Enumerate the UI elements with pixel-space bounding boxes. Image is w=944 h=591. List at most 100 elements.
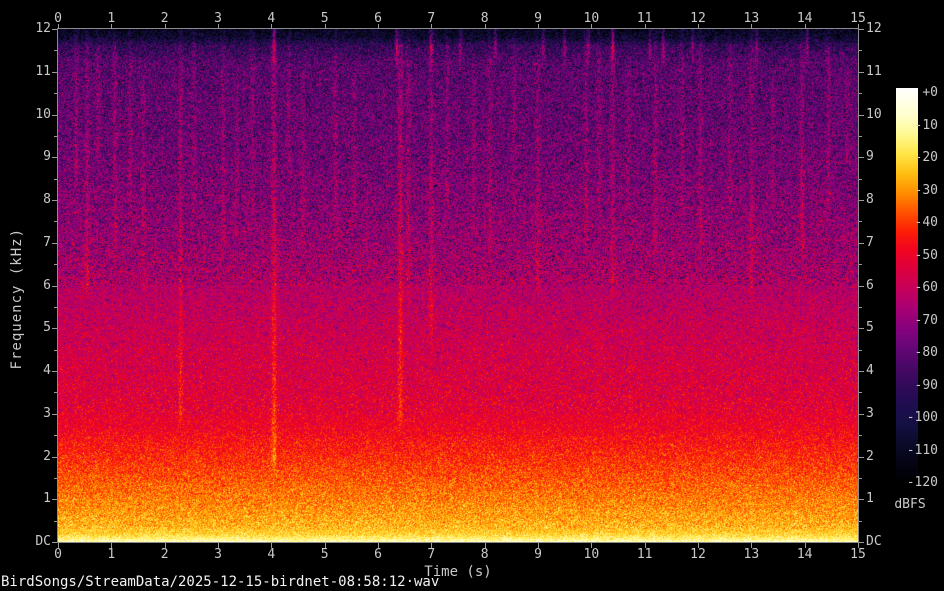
y-minor-tick-mark [54,306,57,308]
y-tick-mark [52,328,57,330]
x-tick-label: 3 [214,11,222,26]
y-tick-mark [859,242,864,244]
y-tick-label: 4 [866,363,874,378]
y-tick-mark [859,499,864,501]
y-tick-mark [859,413,864,415]
y-minor-tick-mark [54,520,57,522]
y-minor-tick-mark [859,392,862,394]
colorbar-tick-label: -70 [914,312,938,328]
y-tick-mark [52,285,57,287]
x-tick-label: 8 [480,547,489,562]
colorbar-tick-label: -10 [914,117,938,133]
x-tick-label: 5 [320,547,329,562]
x-tick-label: 2 [160,547,169,562]
x-tick-label: 6 [374,547,382,562]
x-tick-label: 1 [107,547,116,562]
colorbar-unit-label: dBFS [894,497,926,512]
filename-text: BirdSongs/StreamData/2025-12-15-birdnet-… [1,574,440,590]
y-tick-mark [859,328,864,330]
y-tick-mark [859,157,864,159]
x-tick-label: 2 [160,11,169,26]
y-tick-mark [859,29,864,30]
colorbar-tick-label: -110 [906,442,938,458]
x-tick-label: 13 [743,11,760,26]
x-tick-label: 4 [267,547,276,562]
x-tick-label: 5 [320,11,329,26]
colorbar-tick-label: -90 [914,377,938,393]
x-tick-label: 10 [583,11,600,26]
y-tick-mark [859,371,864,372]
y-tick-label: 6 [43,277,51,293]
y-minor-tick-mark [54,178,57,180]
y-minor-tick-mark [859,221,862,223]
x-tick-label: 12 [690,11,706,26]
x-tick-label: 7 [427,11,436,26]
x-tick-label: 10 [583,547,600,562]
y-tick-mark [52,413,57,415]
x-tick-label: 6 [374,11,382,26]
colorbar-tick-label: -120 [906,475,938,490]
x-tick-label: 12 [690,547,706,562]
colorbar-tick-label: -30 [914,182,938,198]
x-tick-label: 14 [796,547,813,562]
x-tick-label: 0 [54,547,62,562]
y-tick-mark [859,542,864,543]
colorbar-tick-label: -50 [914,247,938,263]
y-minor-tick-mark [859,306,862,308]
y-tick-mark [52,456,57,458]
y-minor-tick-mark [54,221,57,223]
y-minor-tick-mark [859,264,862,266]
x-tick-label: 1 [107,11,116,26]
y-tick-label: 5 [43,320,51,336]
y-tick-label: 11 [866,63,882,79]
y-tick-label: DC [866,534,882,549]
x-tick-label: 7 [427,547,436,562]
y-tick-label: 8 [43,192,51,207]
y-tick-mark [52,499,57,501]
y-tick-label: 12 [866,21,882,36]
y-tick-mark [52,71,57,73]
y-tick-mark [52,157,57,159]
x-tick-label: 3 [214,547,222,562]
y-minor-tick-mark [859,477,862,479]
x-tick-label: 9 [534,547,542,562]
y-minor-tick-mark [859,93,862,95]
y-tick-label: 7 [43,234,51,250]
colorbar-tick-label: -80 [914,345,938,360]
y-minor-tick-mark [54,392,57,394]
y-minor-tick-mark [54,264,57,266]
y-tick-label: 3 [43,405,51,421]
y-tick-label: 11 [35,63,51,79]
y-tick-label: 4 [43,363,51,378]
y-tick-label: 2 [43,448,51,464]
y-tick-mark [52,242,57,244]
x-tick-label: 15 [850,547,866,562]
x-tick-label: 11 [636,547,653,562]
y-tick-mark [859,456,864,458]
colorbar-tick-label: -100 [906,410,938,425]
y-minor-tick-mark [54,135,57,137]
y-minor-tick-mark [859,435,862,437]
y-minor-tick-mark [859,135,862,137]
y-tick-mark [52,29,57,30]
y-minor-tick-mark [54,50,57,52]
spectrogram-plot-frame [57,28,859,543]
y-tick-label: 10 [35,106,51,122]
y-tick-label: DC [35,534,51,549]
y-minor-tick-mark [859,520,862,522]
y-minor-tick-mark [859,349,862,351]
x-tick-label: 4 [267,11,276,26]
y-tick-mark [859,114,864,116]
y-tick-mark [859,200,864,201]
y-tick-mark [52,114,57,116]
y-tick-label: 12 [35,21,51,36]
colorbar-tick-label: -40 [914,215,938,230]
y-tick-label: 9 [43,149,51,165]
spectrogram-canvas[interactable] [58,29,858,542]
x-tick-label: 14 [796,11,813,26]
y-tick-mark [52,371,57,372]
colorbar-tick-label: -60 [914,280,938,295]
colorbar-tick-label: -20 [914,150,938,165]
x-tick-label: 11 [636,11,653,26]
x-tick-label: 13 [743,547,760,562]
